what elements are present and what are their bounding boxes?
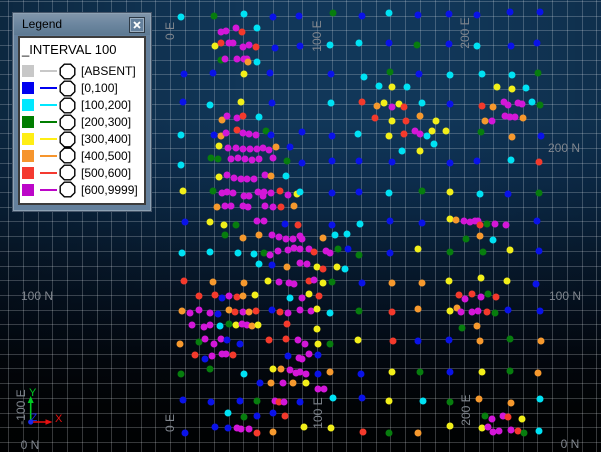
svg-text:200 E: 200 E bbox=[458, 17, 472, 48]
svg-text:-100 E: -100 E bbox=[14, 389, 28, 424]
svg-text:200 E: 200 E bbox=[459, 394, 473, 425]
svg-text:100 E: 100 E bbox=[310, 20, 324, 51]
svg-text:0 N: 0 N bbox=[21, 438, 40, 452]
svg-text:100 N: 100 N bbox=[21, 289, 53, 303]
svg-text:100 E: 100 E bbox=[311, 397, 325, 428]
svg-text:0 E: 0 E bbox=[163, 22, 177, 40]
svg-text:200 N: 200 N bbox=[548, 141, 580, 155]
svg-text:Y: Y bbox=[29, 387, 37, 399]
svg-text:100 N: 100 N bbox=[549, 289, 581, 303]
svg-text:0 N: 0 N bbox=[561, 437, 580, 451]
svg-text:0 E: 0 E bbox=[163, 414, 177, 432]
svg-text:X: X bbox=[55, 413, 63, 425]
